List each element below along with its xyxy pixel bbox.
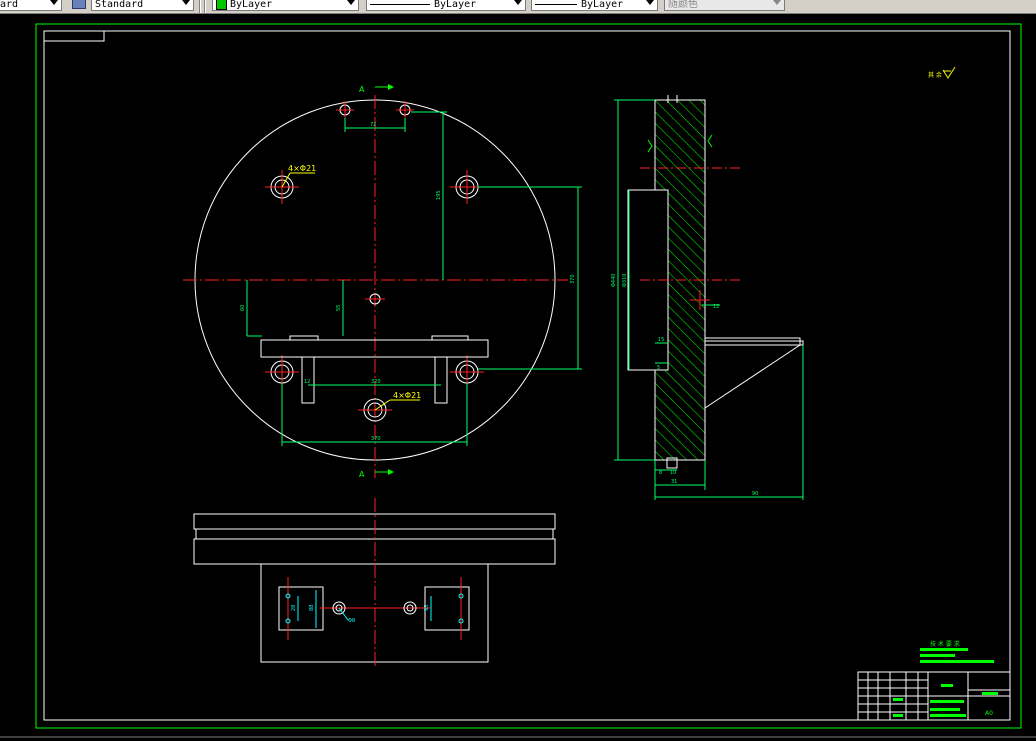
tech-req-line-1 bbox=[920, 648, 968, 651]
title-block-field bbox=[982, 692, 998, 695]
chevron-down-icon bbox=[50, 0, 58, 5]
clamp-leg-right bbox=[434, 356, 448, 404]
front-view: A A 72 4×Φ21 4×Φ21 370 195 60 55 320 12 … bbox=[183, 84, 582, 479]
dim-side-small: 15 bbox=[658, 337, 664, 343]
color-swatch-icon bbox=[216, 0, 227, 10]
linetype-sample-icon bbox=[370, 3, 430, 5]
dim-side-base-2: 90 bbox=[752, 491, 758, 497]
side-section-view: 12 Φ440 Φ310 15 5 8 10 31 90 bbox=[611, 95, 804, 500]
clamp-block-right bbox=[424, 586, 470, 631]
section-marker-bottom: A bbox=[359, 470, 365, 479]
dim-side-base-1: 31 bbox=[671, 479, 677, 485]
chevron-down-icon bbox=[773, 0, 781, 5]
dim-side-step: 5 bbox=[657, 365, 660, 371]
title-block-field bbox=[930, 700, 964, 703]
text-style-dropdown[interactable]: ard bbox=[0, 0, 62, 11]
tech-req-line-3 bbox=[920, 660, 994, 663]
dim-top-spacing: 72 bbox=[370, 122, 376, 128]
support-bracket bbox=[704, 337, 801, 409]
chevron-down-icon bbox=[347, 0, 355, 5]
dim-side-hole: 12 bbox=[713, 304, 719, 310]
clamp-bar-pad bbox=[289, 335, 319, 341]
technical-requirements: 技 术 要 求 bbox=[920, 640, 994, 663]
text-style-value: ard bbox=[0, 0, 19, 10]
title-block: A0 bbox=[857, 671, 1011, 721]
roughness-note-text: 其 余 bbox=[928, 71, 942, 79]
frame-corner-tag bbox=[43, 30, 105, 42]
chevron-down-icon bbox=[646, 0, 654, 5]
section-arrow-head bbox=[388, 84, 394, 90]
weld-mark bbox=[707, 134, 713, 148]
dim-side-height: Φ440 bbox=[611, 274, 617, 287]
title-block-field bbox=[893, 698, 903, 701]
surface-roughness-note: 其 余 bbox=[928, 66, 956, 79]
title-block-field bbox=[893, 714, 903, 717]
plot-style-dropdown[interactable]: 随颜色 bbox=[664, 0, 785, 11]
lineweight-value: ByLayer bbox=[581, 0, 624, 10]
dim-bottom-small: 12 bbox=[304, 379, 310, 385]
toolbar-separator bbox=[204, 0, 206, 13]
drawing-canvas[interactable]: A A 72 4×Φ21 4×Φ21 370 195 60 55 320 12 … bbox=[0, 13, 1036, 741]
title-block-field bbox=[930, 714, 966, 717]
bracket-plate bbox=[704, 340, 804, 346]
dim-left-2: 55 bbox=[336, 305, 342, 311]
dim-side-inner: Φ310 bbox=[622, 274, 628, 287]
title-block-field bbox=[941, 684, 953, 687]
toolbar-separator bbox=[199, 0, 201, 13]
dimension-style-dropdown[interactable]: Standard bbox=[91, 0, 194, 11]
linetype-dropdown[interactable]: ByLayer bbox=[366, 0, 526, 11]
holes-label-top: 4×Φ21 bbox=[288, 164, 316, 173]
dim-left-1: 60 bbox=[240, 305, 246, 311]
dim-plan-3: 95 bbox=[424, 605, 430, 611]
section-marker-top: A bbox=[359, 85, 365, 94]
plot-style-value: 随颜色 bbox=[668, 0, 698, 10]
lineweight-dropdown[interactable]: ByLayer bbox=[531, 0, 658, 11]
dim-side-foot-1: 8 bbox=[659, 470, 662, 476]
dim-bottom-2: 370 bbox=[371, 436, 381, 442]
linetype-value: ByLayer bbox=[434, 0, 477, 10]
section-arrow-head bbox=[388, 469, 394, 475]
layer-color-value: ByLayer bbox=[230, 0, 273, 10]
chevron-down-icon bbox=[514, 0, 522, 5]
weld-mark bbox=[647, 139, 653, 153]
dim-bottom-1: 320 bbox=[371, 379, 381, 385]
dim-plan-4: Φ8 bbox=[348, 618, 355, 624]
outer-frame bbox=[35, 23, 1022, 729]
chevron-down-icon bbox=[182, 0, 190, 5]
roughness-symbol-icon bbox=[942, 66, 956, 79]
layer-color-dropdown[interactable]: ByLayer bbox=[212, 0, 359, 11]
properties-toolbar: ard Standard ByLayer ByLayer ByLayer 随颜色 bbox=[0, 0, 1036, 14]
sheet-size: A0 bbox=[985, 710, 993, 717]
dim-plan-1: 28 bbox=[291, 605, 297, 611]
dim-vertical-mid: 195 bbox=[436, 190, 442, 200]
plan-view: 28 88 95 Φ8 bbox=[193, 498, 556, 668]
dim-plan-2: 88 bbox=[309, 605, 315, 611]
clamp-bar-pad bbox=[431, 335, 469, 341]
holes-label-bottom: 4×Φ21 bbox=[393, 391, 421, 400]
lineweight-sample-icon bbox=[535, 3, 577, 5]
dim-vertical-right: 370 bbox=[570, 274, 576, 284]
dimension-style-icon[interactable] bbox=[72, 0, 86, 9]
dim-side-foot-2: 10 bbox=[670, 470, 676, 476]
title-block-field bbox=[930, 708, 960, 711]
tech-req-line-2 bbox=[920, 654, 955, 657]
dimension-style-value: Standard bbox=[95, 0, 144, 10]
tech-req-title: 技 术 要 求 bbox=[930, 640, 960, 648]
